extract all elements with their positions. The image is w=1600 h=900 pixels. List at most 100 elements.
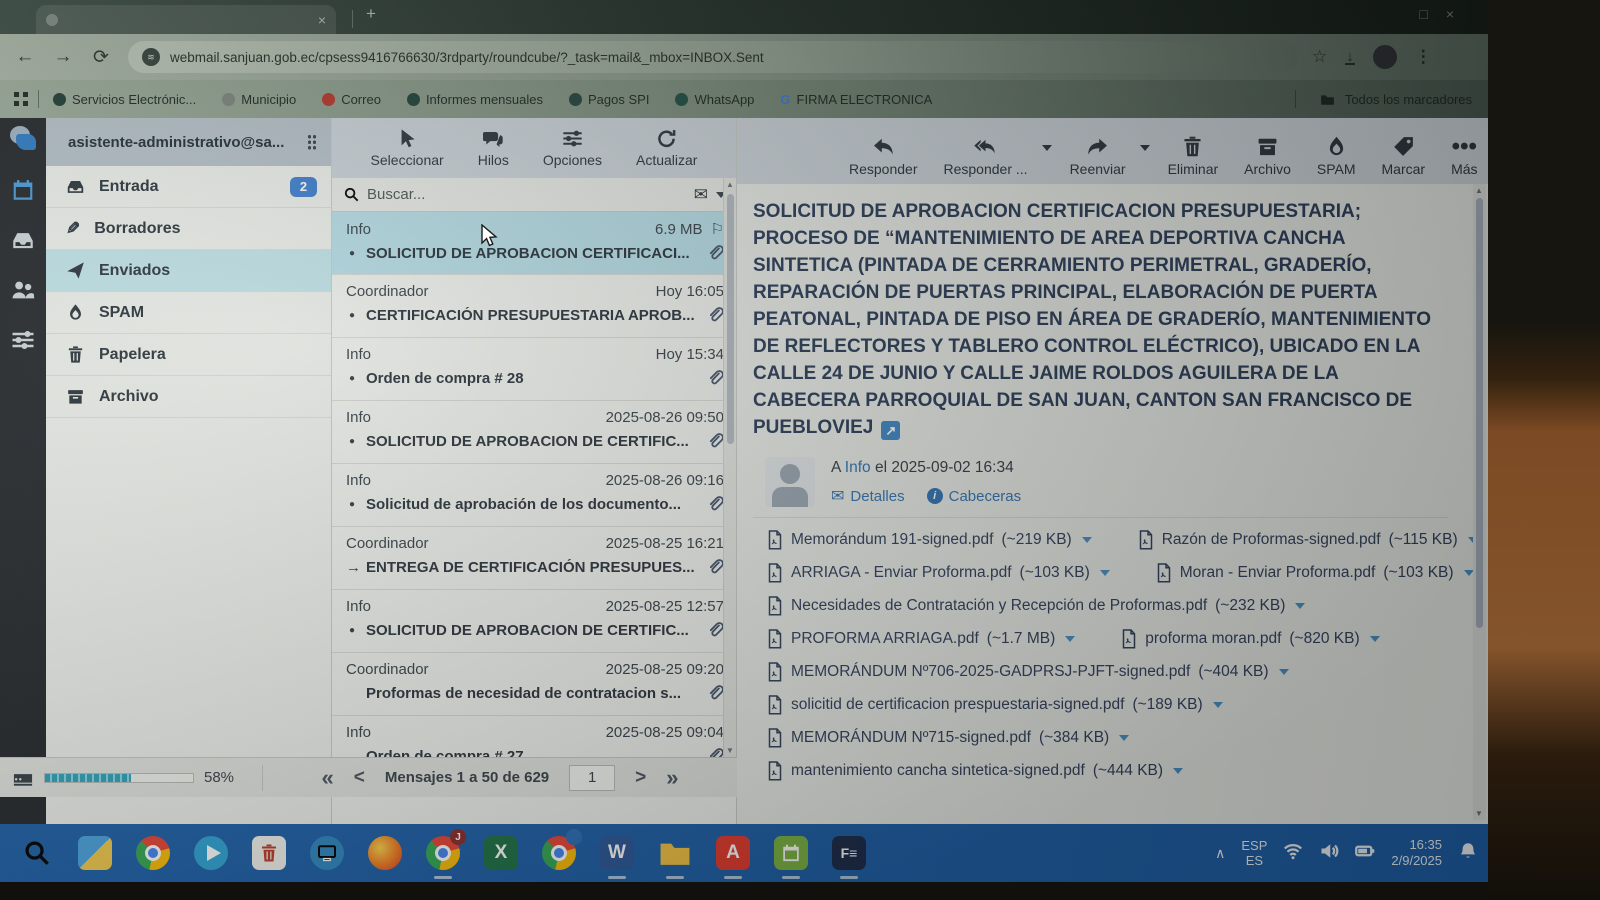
- attachment-menu-caret-icon[interactable]: [1173, 768, 1183, 774]
- delete-button[interactable]: Eliminar: [1168, 135, 1219, 177]
- refresh-button[interactable]: Actualizar: [636, 128, 697, 168]
- forward-icon[interactable]: →: [44, 46, 82, 68]
- attachment[interactable]: proforma moran.pdf(~820 KB): [1121, 629, 1379, 649]
- scrollbar-thumb[interactable]: [727, 194, 734, 444]
- page-number-input[interactable]: [569, 765, 615, 791]
- list-scrollbar[interactable]: ▲ ▼: [723, 178, 736, 757]
- taskbar-firefox-icon[interactable]: [364, 832, 406, 874]
- attachment[interactable]: Razón de Proformas-signed.pdf(~115 KB): [1138, 530, 1478, 550]
- message-row[interactable]: Info2025-08-25 12:57 ●SOLICITUD DE APROB…: [332, 590, 736, 653]
- apps-grid-icon[interactable]: [14, 92, 28, 106]
- attachment[interactable]: MEMORÁNDUM Nº715-signed.pdf(~384 KB): [767, 728, 1129, 748]
- archive-button[interactable]: Archivo: [1244, 135, 1291, 177]
- attachment[interactable]: MEMORÁNDUM Nº706-2025-GADPRSJ-PJFT-signe…: [767, 662, 1289, 682]
- folder-papelera[interactable]: Papelera: [46, 334, 331, 376]
- taskbar-launcher-icon[interactable]: [74, 832, 116, 874]
- attachment[interactable]: ARRIAGA - Enviar Proforma.pdf(~103 KB): [767, 563, 1110, 583]
- bookmark-firma[interactable]: GFIRMA ELECTRONICA: [780, 92, 932, 107]
- webmail-logo-icon[interactable]: [8, 126, 38, 152]
- last-page-button[interactable]: »: [666, 765, 678, 791]
- attachment-menu-caret-icon[interactable]: [1213, 702, 1223, 708]
- attachment-menu-caret-icon[interactable]: [1370, 636, 1380, 642]
- site-info-icon[interactable]: ≋: [142, 48, 160, 66]
- attachment[interactable]: solicitid de certificacion prespuestaria…: [767, 695, 1223, 715]
- battery-icon[interactable]: [1355, 841, 1375, 866]
- taskbar-spreadsheet-icon[interactable]: [770, 832, 812, 874]
- compose-icon[interactable]: [11, 178, 35, 202]
- attachment-menu-caret-icon[interactable]: [1279, 669, 1289, 675]
- reload-icon[interactable]: ⟳: [82, 46, 120, 69]
- scroll-up-icon[interactable]: ▲: [1475, 186, 1483, 195]
- attachment-menu-caret-icon[interactable]: [1100, 570, 1110, 576]
- scroll-up-icon[interactable]: ▲: [726, 180, 734, 189]
- details-link[interactable]: ✉Detalles: [831, 486, 905, 506]
- window-close-icon[interactable]: ×: [1446, 6, 1472, 22]
- attachment-menu-caret-icon[interactable]: [1295, 603, 1305, 609]
- reply-all-button[interactable]: Responder ...: [944, 135, 1028, 177]
- scroll-down-icon[interactable]: ▼: [1475, 809, 1483, 818]
- address-bar[interactable]: ≋ webmail.sanjuan.gob.ec/cpsess941676663…: [128, 41, 1298, 73]
- downloads-icon[interactable]: ↓: [1345, 50, 1355, 65]
- browser-profile-avatar[interactable]: [1373, 45, 1397, 69]
- account-header[interactable]: asistente-administrativo@sa...: [46, 118, 331, 166]
- tab-close-icon[interactable]: ×: [318, 12, 326, 28]
- flag-icon[interactable]: ⚐: [711, 220, 724, 238]
- message-row[interactable]: Info2025-08-26 09:16 ●Solicitud de aprob…: [332, 464, 736, 527]
- search-scope-envelope-icon[interactable]: ✉: [694, 185, 708, 205]
- volume-icon[interactable]: [1319, 841, 1339, 866]
- taskbar-acrobat-icon[interactable]: A: [712, 832, 754, 874]
- attachment[interactable]: PROFORMA ARRIAGA.pdf(~1.7 MB): [767, 629, 1075, 649]
- reply-button[interactable]: Responder: [849, 135, 918, 177]
- taskbar-word-icon[interactable]: W: [596, 832, 638, 874]
- bookmark-correo[interactable]: Correo: [322, 92, 381, 107]
- wifi-icon[interactable]: [1283, 841, 1303, 866]
- taskbar-recycle-bin-icon[interactable]: [248, 832, 290, 874]
- prev-page-button[interactable]: <: [354, 767, 365, 789]
- scroll-down-icon[interactable]: ▼: [726, 746, 734, 755]
- attachment[interactable]: Moran - Enviar Proforma.pdf(~103 KB): [1156, 563, 1474, 583]
- taskbar-telegram-icon[interactable]: [190, 832, 232, 874]
- next-page-button[interactable]: >: [635, 767, 646, 789]
- mail-icon[interactable]: [11, 228, 35, 252]
- forward-caret-icon[interactable]: [1140, 145, 1150, 151]
- bookmark-servicios[interactable]: Servicios Electrónic...: [53, 92, 196, 107]
- taskbar-file-explorer-icon[interactable]: [654, 832, 696, 874]
- back-icon[interactable]: ←: [6, 46, 44, 68]
- language-indicator[interactable]: ESPES: [1241, 838, 1267, 868]
- all-bookmarks-label[interactable]: Todos los marcadores: [1345, 92, 1472, 107]
- taskbar-excel-icon[interactable]: X: [480, 832, 522, 874]
- account-menu-icon[interactable]: [307, 134, 317, 150]
- bookmark-municipio[interactable]: Municipio: [222, 92, 296, 107]
- headers-link[interactable]: iCabeceras: [927, 488, 1022, 505]
- threads-button[interactable]: Hilos: [478, 128, 509, 168]
- attachment-menu-caret-icon[interactable]: [1119, 735, 1129, 741]
- forward-button[interactable]: Reenviar: [1070, 135, 1126, 177]
- message-row[interactable]: CoordinadorHoy 16:05 ●CERTIFICACIÓN PRES…: [332, 275, 736, 338]
- taskbar-remote-desktop-icon[interactable]: [306, 832, 348, 874]
- clock[interactable]: 16:352/9/2025: [1391, 837, 1442, 869]
- contacts-icon[interactable]: [11, 278, 35, 302]
- notifications-bell-icon[interactable]: [1458, 841, 1478, 866]
- select-button[interactable]: Seleccionar: [371, 128, 444, 168]
- bookmark-pagos-spi[interactable]: Pagos SPI: [569, 92, 649, 107]
- attachment-menu-caret-icon[interactable]: [1065, 636, 1075, 642]
- first-page-button[interactable]: «: [322, 765, 334, 791]
- taskbar-chrome-profile-j-icon[interactable]: J: [422, 832, 464, 874]
- search-input[interactable]: [367, 186, 686, 203]
- junk-button[interactable]: SPAM: [1317, 135, 1356, 177]
- folder-enviados[interactable]: Enviados: [46, 250, 331, 292]
- new-tab-button[interactable]: +: [366, 4, 376, 24]
- bookmark-whatsapp[interactable]: WhatsApp: [675, 92, 754, 107]
- recipient-link[interactable]: Info: [845, 459, 871, 476]
- attachment[interactable]: Necesidades de Contratación y Recepción …: [767, 596, 1305, 616]
- maximize-icon[interactable]: □: [1419, 6, 1445, 22]
- bookmark-informes[interactable]: Informes mensuales: [407, 92, 543, 107]
- more-button[interactable]: •••Más: [1451, 136, 1477, 177]
- scrollbar-thumb[interactable]: [1476, 198, 1483, 628]
- external-link-icon[interactable]: ↗: [881, 421, 900, 440]
- settings-icon[interactable]: [11, 328, 35, 352]
- attachment[interactable]: mantenimiento cancha sintetica-signed.pd…: [767, 761, 1183, 781]
- folder-archivo[interactable]: Archivo: [46, 376, 331, 418]
- message-row[interactable]: Info6.9 MB⚐ ●SOLICITUD DE APROBACION CER…: [332, 212, 736, 275]
- window-controls[interactable]: □×: [1419, 6, 1472, 22]
